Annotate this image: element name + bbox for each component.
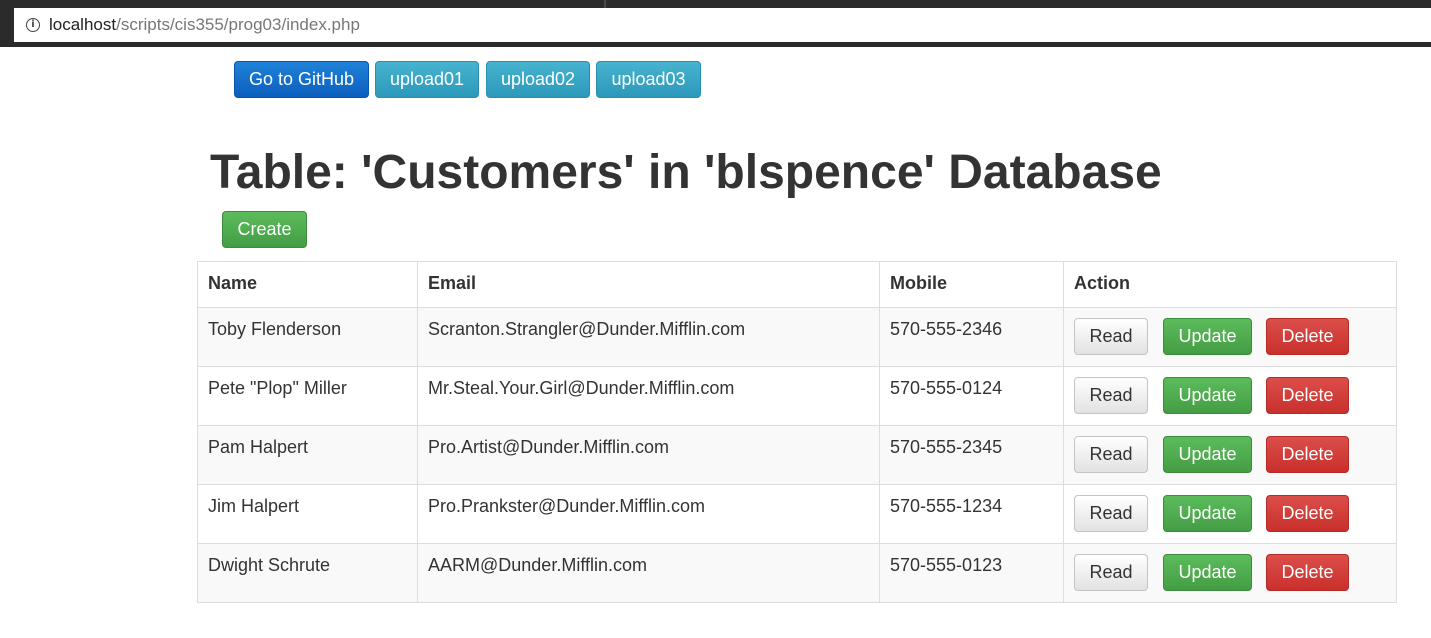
url-host: localhost: [49, 15, 117, 34]
page-title: Table: 'Customers' in 'blspence' Databas…: [210, 146, 1162, 199]
browser-tab-strip: [0, 0, 1431, 8]
delete-button[interactable]: Delete: [1266, 318, 1349, 355]
read-button[interactable]: Read: [1074, 318, 1148, 355]
cell-action: Read Update Delete: [1063, 484, 1397, 544]
cell-action: Read Update Delete: [1063, 366, 1397, 426]
upload02-button[interactable]: upload02: [486, 61, 590, 98]
delete-button[interactable]: Delete: [1266, 377, 1349, 414]
cell-email: Scranton.Strangler@Dunder.Mifflin.com: [417, 307, 880, 367]
cell-mobile: 570-555-2345: [879, 425, 1064, 485]
cell-name: Toby Flenderson: [197, 307, 418, 367]
table-row: Pete "Plop" Miller Mr.Steal.Your.Girl@Du…: [197, 366, 1397, 426]
update-button[interactable]: Update: [1163, 377, 1252, 414]
cell-mobile: 570-555-0123: [879, 543, 1064, 603]
address-bar[interactable]: i localhost/scripts/cis355/prog03/index.…: [0, 8, 1431, 42]
cell-email: AARM@Dunder.Mifflin.com: [417, 543, 880, 603]
read-button[interactable]: Read: [1074, 377, 1148, 414]
cell-name: Jim Halpert: [197, 484, 418, 544]
cell-email: Pro.Prankster@Dunder.Mifflin.com: [417, 484, 880, 544]
browser-toolbar-edge: [0, 42, 1431, 47]
header-mobile: Mobile: [879, 261, 1064, 308]
upload03-button[interactable]: upload03: [596, 61, 701, 98]
info-icon[interactable]: i: [26, 18, 40, 32]
table-row: Jim Halpert Pro.Prankster@Dunder.Mifflin…: [197, 484, 1397, 544]
table-header-row: Name Email Mobile Action: [197, 261, 1397, 308]
cell-action: Read Update Delete: [1063, 307, 1397, 367]
table-row: Pam Halpert Pro.Artist@Dunder.Mifflin.co…: [197, 425, 1397, 485]
header-email: Email: [417, 261, 880, 308]
cell-mobile: 570-555-2346: [879, 307, 1064, 367]
cell-email: Pro.Artist@Dunder.Mifflin.com: [417, 425, 880, 485]
update-button[interactable]: Update: [1163, 554, 1252, 591]
delete-button[interactable]: Delete: [1266, 554, 1349, 591]
create-button[interactable]: Create: [222, 211, 307, 248]
update-button[interactable]: Update: [1163, 318, 1252, 355]
cell-name: Dwight Schrute: [197, 543, 418, 603]
delete-button[interactable]: Delete: [1266, 495, 1349, 532]
url-text[interactable]: localhost/scripts/cis355/prog03/index.ph…: [49, 15, 360, 35]
github-button[interactable]: Go to GitHub: [234, 61, 369, 98]
customers-table: Name Email Mobile Action Toby Flenderson…: [197, 261, 1397, 603]
cell-email: Mr.Steal.Your.Girl@Dunder.Mifflin.com: [417, 366, 880, 426]
cell-action: Read Update Delete: [1063, 425, 1397, 485]
header-action: Action: [1063, 261, 1397, 308]
cell-name: Pam Halpert: [197, 425, 418, 485]
tab-separator: [604, 0, 606, 8]
url-path: /scripts/cis355/prog03/index.php: [116, 15, 360, 34]
read-button[interactable]: Read: [1074, 554, 1148, 591]
header-name: Name: [197, 261, 418, 308]
read-button[interactable]: Read: [1074, 495, 1148, 532]
table-row: Dwight Schrute AARM@Dunder.Mifflin.com 5…: [197, 543, 1397, 603]
table-row: Toby Flenderson Scranton.Strangler@Dunde…: [197, 307, 1397, 367]
cell-action: Read Update Delete: [1063, 543, 1397, 603]
upload01-button[interactable]: upload01: [375, 61, 479, 98]
cell-mobile: 570-555-0124: [879, 366, 1064, 426]
update-button[interactable]: Update: [1163, 436, 1252, 473]
delete-button[interactable]: Delete: [1266, 436, 1349, 473]
read-button[interactable]: Read: [1074, 436, 1148, 473]
cell-mobile: 570-555-1234: [879, 484, 1064, 544]
cell-name: Pete "Plop" Miller: [197, 366, 418, 426]
update-button[interactable]: Update: [1163, 495, 1252, 532]
